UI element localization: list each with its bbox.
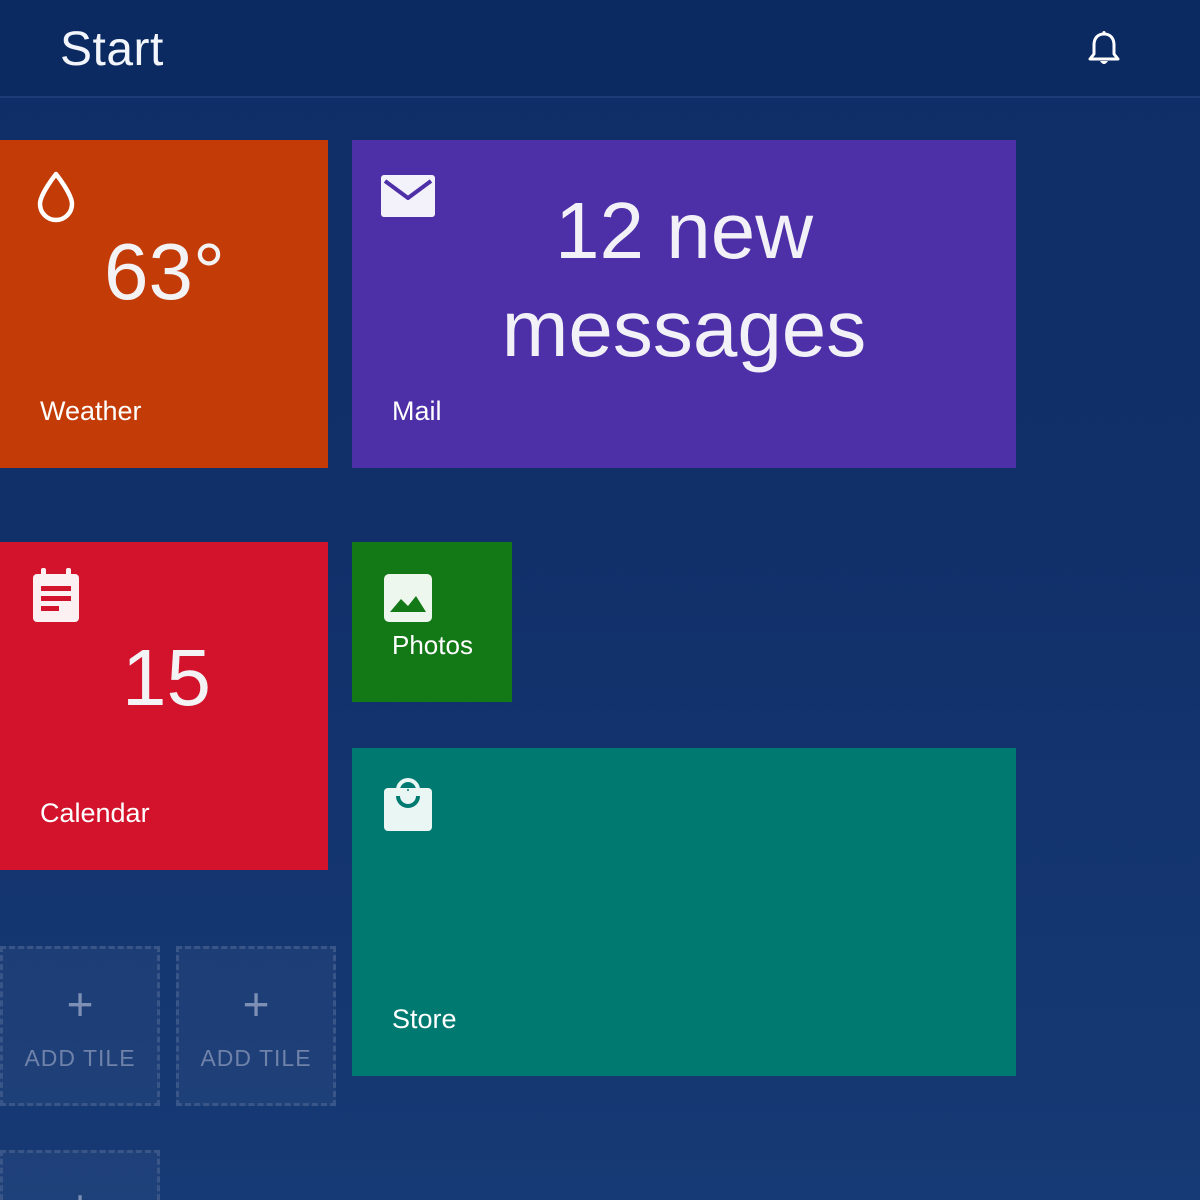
plus-icon: +	[242, 978, 270, 1030]
weather-tile[interactable]: 63° Weather	[0, 140, 328, 468]
calendar-date: 15	[122, 633, 211, 722]
weather-temperature: 63°	[104, 227, 225, 316]
weather-label: Weather	[40, 396, 142, 426]
photos-tile[interactable]: Photos	[352, 542, 512, 702]
calendar-icon	[32, 568, 80, 629]
plus-icon: +	[3, 1181, 157, 1200]
calendar-tile[interactable]: 15 Calendar	[0, 542, 328, 870]
page-title: Start	[60, 23, 164, 76]
droplet-icon	[34, 170, 78, 229]
plus-icon: +	[66, 978, 94, 1030]
shopping-bag-icon	[384, 774, 432, 837]
bell-icon[interactable]	[1086, 30, 1122, 68]
image-icon	[384, 574, 432, 627]
add-tile-button[interactable]: + ADD TILE	[0, 946, 160, 1106]
envelope-icon	[380, 174, 436, 223]
calendar-label: Calendar	[40, 798, 150, 828]
store-label: Store	[392, 1004, 457, 1034]
add-tile-button[interactable]: +	[0, 1150, 160, 1200]
photos-label: Photos	[392, 630, 473, 660]
top-bar: Start	[0, 0, 1200, 98]
add-tile-label: ADD TILE	[200, 1045, 312, 1071]
mail-message-count: 12 new messages	[501, 186, 867, 373]
store-tile[interactable]: Store	[352, 748, 1016, 1076]
add-tile-button[interactable]: + ADD TILE	[176, 946, 336, 1106]
mail-tile[interactable]: 12 new messages Mail	[352, 140, 1016, 468]
mail-label: Mail	[392, 396, 442, 426]
add-tile-label: ADD TILE	[24, 1045, 136, 1071]
